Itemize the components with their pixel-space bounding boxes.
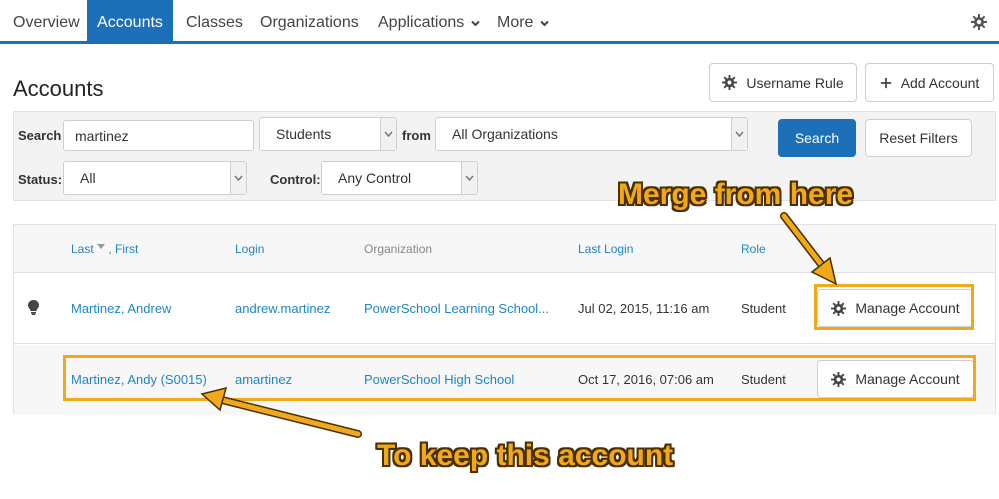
search-label: Search [18,128,62,143]
top-navigation: Overview Accounts Classes Organizations … [0,0,999,44]
chevron-down-icon [465,175,474,181]
account-last-login: Jul 02, 2015, 11:16 am [578,301,710,316]
account-name-link[interactable]: Martinez, Andrew [71,301,171,316]
status-select[interactable]: All [63,161,247,195]
page-title: Accounts [13,76,104,101]
tab-label: Organizations [260,14,359,31]
chevron-down-icon [540,20,549,27]
gear-icon[interactable] [971,14,987,30]
tab-label: Overview [13,14,80,31]
chevron-down-icon [735,131,744,137]
control-label: Control: [270,172,321,187]
tab-overview[interactable]: Overview [0,0,87,41]
merge-highlight-box [814,284,974,330]
chevron-down-icon [471,20,480,27]
account-role: Student [741,301,786,316]
tab-organizations[interactable]: Organizations [260,0,359,41]
account-organization-link[interactable]: PowerSchool Learning School... [364,301,549,316]
column-header-login[interactable]: Login [235,242,264,256]
sort-down-icon [97,244,106,249]
tab-label: Accounts [97,14,163,31]
column-header-role[interactable]: Role [741,242,766,256]
lightbulb-icon [28,300,39,315]
tab-classes[interactable]: Classes [186,0,243,41]
account-type-value: Students [276,126,332,142]
tab-more[interactable]: More [497,0,549,41]
column-header-last-login[interactable]: Last Login [578,242,633,256]
last-header-label: Last [71,242,94,256]
account-login-link[interactable]: andrew.martinez [235,301,330,316]
search-input-value: martinez [75,127,129,144]
plus-icon [880,77,891,88]
first-header-label: , First [108,242,139,256]
username-rule-label: Username Rule [746,74,844,91]
tab-label: More [497,14,534,31]
column-header-organization: Organization [364,242,433,256]
status-label: Status: [18,172,63,187]
add-account-label: Add Account [900,74,980,91]
control-value: Any Control [338,170,412,186]
merge-annotation-text: Merge from here [618,178,854,211]
gear-icon [722,75,738,90]
reset-filters-button[interactable]: Reset Filters [865,119,972,157]
chevron-down-icon [384,131,393,137]
add-account-button[interactable]: Add Account [865,63,994,102]
keep-highlight-box [63,355,976,401]
table-header: Last , First Login Organization Last Log… [14,225,995,273]
reset-filters-label: Reset Filters [879,130,958,146]
search-button-label: Search [794,130,840,146]
tab-accounts[interactable]: Accounts [87,0,173,41]
keep-annotation-text: To keep this account [377,439,674,472]
column-header-last[interactable]: Last , First [71,242,138,256]
status-value: All [80,170,96,186]
tab-label: Classes [186,14,243,31]
account-type-select[interactable]: Students [259,117,397,151]
tab-applications[interactable]: Applications [378,0,480,41]
from-label: from [402,128,431,143]
chevron-down-icon [234,175,243,181]
organization-select[interactable]: All Organizations [435,117,748,151]
search-button[interactable]: Search [778,119,856,157]
tab-label: Applications [378,14,465,31]
username-rule-button[interactable]: Username Rule [709,63,857,102]
search-input[interactable]: martinez [63,120,254,151]
control-select[interactable]: Any Control [321,161,478,195]
organization-value: All Organizations [452,126,558,142]
